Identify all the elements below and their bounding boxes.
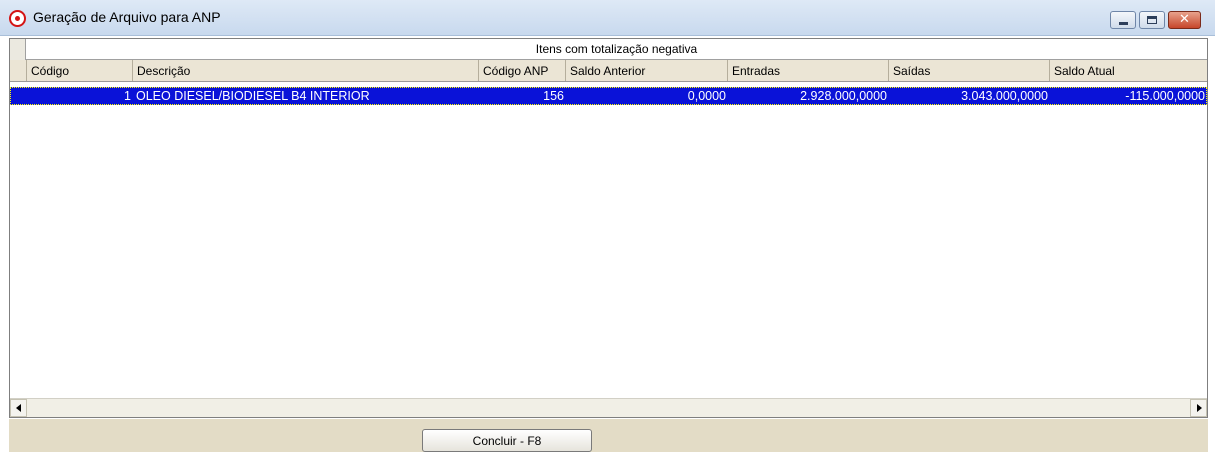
- horizontal-scrollbar[interactable]: [10, 398, 1207, 417]
- column-header-saidas[interactable]: Saídas: [889, 60, 1050, 81]
- minimize-button[interactable]: [1110, 11, 1136, 29]
- app-icon: [9, 10, 26, 27]
- cell-saidas[interactable]: 3.043.000,0000: [889, 87, 1050, 105]
- group-title: Itens com totalização negativa: [535, 42, 698, 56]
- column-header-descricao[interactable]: Descrição: [133, 60, 479, 81]
- window-controls: ✕: [1110, 11, 1201, 29]
- title-bar[interactable]: Geração de Arquivo para ANP ✕: [0, 0, 1215, 36]
- maximize-icon: [1147, 16, 1157, 24]
- concluir-button[interactable]: Concluir - F8: [422, 429, 592, 452]
- anp-file-generation-window: Geração de Arquivo para ANP ✕ Itens com …: [0, 0, 1215, 452]
- group-header: Itens com totalização negativa: [10, 39, 1207, 60]
- cell-saldo-anterior[interactable]: 0,0000: [566, 87, 728, 105]
- items-grid[interactable]: Itens com totalização negativa Código De…: [9, 38, 1208, 418]
- column-header-saldo-anterior[interactable]: Saldo Anterior: [566, 60, 728, 81]
- column-header-saldo-atual[interactable]: Saldo Atual: [1050, 60, 1207, 81]
- close-icon: ✕: [1179, 12, 1190, 27]
- indicator-column-header: [10, 60, 27, 81]
- close-button[interactable]: ✕: [1168, 11, 1201, 29]
- indicator-column-stub: [10, 39, 26, 60]
- column-header-codigo[interactable]: Código: [27, 60, 133, 81]
- table-row[interactable]: 1 OLEO DIESEL/BIODIESEL B4 INTERIOR 156 …: [10, 87, 1207, 105]
- window-title: Geração de Arquivo para ANP: [33, 9, 221, 25]
- footer-panel: Concluir - F8: [9, 419, 1208, 452]
- maximize-button[interactable]: [1139, 11, 1165, 29]
- cell-entradas[interactable]: 2.928.000,0000: [728, 87, 889, 105]
- cell-codigo[interactable]: 1: [27, 87, 133, 105]
- scroll-left-button[interactable]: [10, 399, 27, 417]
- cell-codigo-anp[interactable]: 156: [479, 87, 566, 105]
- cell-saldo-atual[interactable]: -115.000,0000: [1050, 87, 1207, 105]
- minimize-icon: [1118, 21, 1128, 25]
- scroll-right-button[interactable]: [1190, 399, 1207, 417]
- cell-descricao[interactable]: OLEO DIESEL/BIODIESEL B4 INTERIOR: [136, 87, 479, 105]
- column-header-row: Código Descrição Código ANP Saldo Anteri…: [10, 60, 1207, 82]
- column-header-codigo-anp[interactable]: Código ANP: [479, 60, 566, 81]
- column-header-entradas[interactable]: Entradas: [728, 60, 889, 81]
